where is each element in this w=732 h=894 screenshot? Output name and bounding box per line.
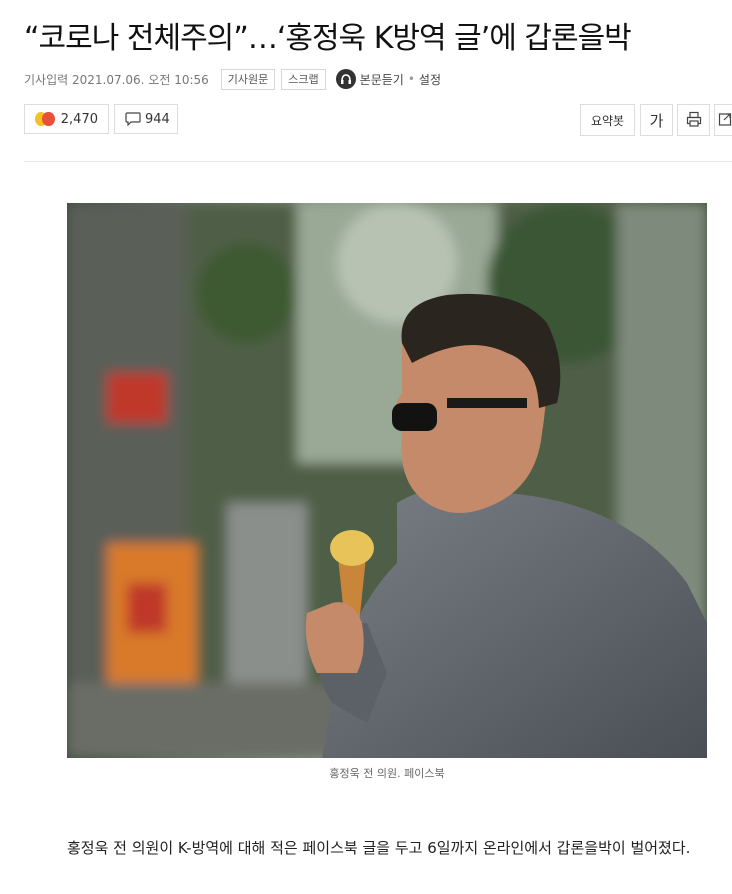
speech-bubble-icon <box>125 112 141 126</box>
article-body: 홍정욱 전 의원이 K-방역에 대해 적은 페이스북 글을 두고 6일까지 온라… <box>67 839 691 857</box>
article-headline: “코로나 전체주의”…‘홍정욱 K방역 글’에 갑론을박 <box>24 21 632 56</box>
reaction-count: 2,470 <box>60 111 98 127</box>
listen-settings-link[interactable]: 설정 <box>419 71 441 88</box>
summary-bot-button[interactable]: 요약봇 <box>580 104 635 136</box>
listen-audio-icon <box>335 69 356 89</box>
photo-caption: 홍정욱 전 의원. 페이스북 <box>329 767 445 780</box>
listen-label: 본문듣기 <box>359 72 404 87</box>
font-size-button[interactable]: 가 <box>640 104 673 136</box>
original-article-button[interactable]: 기사원문 <box>220 68 276 90</box>
print-button[interactable] <box>677 104 710 136</box>
scrap-button[interactable]: 스크랩 <box>281 68 326 90</box>
reaction-button[interactable]: 2,470 <box>24 104 109 134</box>
print-icon <box>686 111 702 130</box>
header-divider <box>24 161 732 162</box>
comment-count: 944 <box>145 111 170 127</box>
angry-emoji-icon <box>42 112 55 126</box>
share-button[interactable] <box>714 104 732 136</box>
meta-separator: • <box>407 72 415 86</box>
article-meta: 기사입력 2021.07.06. 오전 10:56 기사원문 스크랩 본문듣기 … <box>24 67 441 91</box>
article-photo <box>67 203 707 758</box>
comment-button[interactable]: 944 <box>114 104 178 134</box>
share-icon <box>718 111 732 130</box>
article-date: 기사입력 2021.07.06. 오전 10:56 <box>24 72 209 87</box>
listen-button[interactable]: 본문듣기 • 설정 <box>335 69 441 89</box>
